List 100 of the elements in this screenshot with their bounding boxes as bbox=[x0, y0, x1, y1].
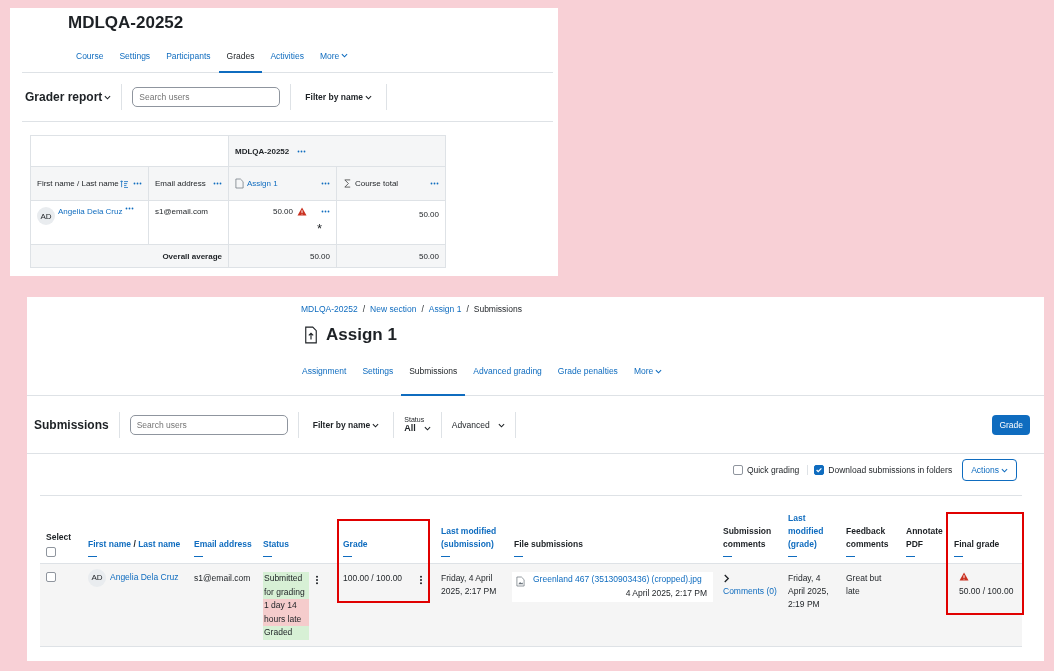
checkbox[interactable] bbox=[814, 465, 825, 475]
grade-value: 100.00 / 100.00 bbox=[343, 572, 404, 585]
file-link[interactable]: Greenland 467 (35130903436) (cropped).jpg bbox=[533, 573, 702, 587]
warning-icon bbox=[297, 207, 307, 216]
breadcrumb-link[interactable]: Assign 1 bbox=[428, 304, 462, 316]
file-icon bbox=[235, 178, 244, 189]
select-all-checkbox[interactable] bbox=[46, 547, 56, 557]
breadcrumb-separator: / bbox=[421, 304, 424, 316]
status-badge: 1 day 14 hours late bbox=[263, 599, 309, 627]
breadcrumb-separator: / bbox=[466, 304, 469, 316]
checkbox-label: Download submissions in folders bbox=[828, 465, 953, 475]
table-cell: s1@email.com bbox=[188, 564, 257, 647]
breadcrumb-link[interactable]: MDLQA-20252 bbox=[301, 304, 358, 316]
column-sort-link[interactable]: Last name bbox=[138, 538, 181, 549]
row-label: Overall average bbox=[162, 251, 222, 261]
avatar: AD bbox=[88, 569, 106, 587]
chevron-down-icon bbox=[655, 367, 663, 375]
checkbox-label: Quick grading bbox=[746, 465, 800, 475]
column-header: Course total bbox=[355, 179, 400, 188]
comments-link[interactable]: Comments (0) bbox=[723, 585, 778, 599]
warning-icon bbox=[959, 572, 969, 581]
nav-tab[interactable]: Grade penalties bbox=[549, 348, 626, 396]
nav-tab[interactable]: Assignment bbox=[294, 348, 355, 396]
chevron-down-icon bbox=[497, 421, 505, 429]
kebab-menu-icon[interactable] bbox=[419, 575, 423, 585]
nav-tab[interactable]: Settings bbox=[111, 40, 159, 73]
more-icon[interactable] bbox=[297, 149, 307, 153]
column-sort-link[interactable]: Last modified (submission) bbox=[441, 525, 504, 551]
table-cell: Great but late bbox=[840, 564, 900, 647]
table-cell: 50.00 bbox=[418, 210, 439, 219]
more-icon[interactable] bbox=[321, 182, 330, 185]
table-cell: s1@email.com bbox=[155, 207, 209, 216]
sort-icon[interactable] bbox=[119, 179, 128, 188]
nav-tab[interactable]: More bbox=[625, 348, 671, 396]
breadcrumb-current: Submissions bbox=[473, 304, 522, 316]
kebab-menu-icon[interactable] bbox=[315, 575, 319, 585]
checkbox[interactable] bbox=[732, 465, 743, 475]
image-file-icon bbox=[516, 576, 525, 587]
nav-tab[interactable]: Grades bbox=[218, 40, 263, 73]
more-icon[interactable] bbox=[125, 207, 135, 210]
column-header: First name / Last name bbox=[37, 179, 119, 188]
chevron-down-icon bbox=[365, 94, 372, 102]
final-grade-value: 50.00 / 100.00 bbox=[959, 585, 1015, 598]
nav-tab[interactable]: Submissions bbox=[401, 348, 466, 396]
table-cell: Friday, 4 April 2025, 2:17 PM bbox=[435, 564, 508, 647]
actions-dropdown[interactable]: Actions bbox=[962, 459, 1017, 481]
filter-dropdown[interactable]: Filter by name bbox=[301, 92, 376, 102]
grade-value: 50.00 bbox=[272, 207, 293, 216]
page-title: Assign 1 bbox=[326, 325, 397, 345]
file-upload-icon bbox=[304, 326, 318, 344]
course-title: MDLQA-20252 bbox=[67, 12, 185, 34]
breadcrumb-link[interactable]: New section bbox=[370, 304, 417, 316]
user-link[interactable]: Angelia Dela Cruz bbox=[58, 207, 123, 216]
status-badge: Submitted for grading bbox=[263, 572, 309, 600]
table-cell: 50.00 bbox=[418, 251, 439, 261]
nav-tab[interactable]: Activities bbox=[262, 40, 312, 73]
more-icon[interactable] bbox=[430, 182, 439, 185]
search-field[interactable]: Search users bbox=[129, 414, 288, 435]
header-text: Annotate PDF bbox=[906, 525, 944, 551]
more-icon[interactable] bbox=[213, 182, 222, 185]
header-text: Feedback comments bbox=[846, 525, 890, 551]
nav-tab[interactable]: Participants bbox=[158, 40, 219, 73]
nav-tab[interactable]: Settings bbox=[354, 348, 402, 396]
separator-text: / bbox=[133, 538, 136, 549]
table-cell: 50.00 bbox=[309, 251, 330, 261]
avatar: AD bbox=[37, 207, 55, 225]
section-heading: Submissions bbox=[34, 417, 109, 432]
filter-dropdown[interactable]: Filter by name bbox=[308, 419, 384, 430]
nav-tab[interactable]: Advanced grading bbox=[465, 348, 550, 396]
breadcrumb-separator: / bbox=[362, 304, 366, 316]
header-text: File submissions bbox=[514, 537, 583, 551]
advanced-dropdown[interactable]: Advanced bbox=[451, 419, 505, 430]
column-sort-link[interactable]: Email address bbox=[194, 537, 252, 551]
chevron-down-icon bbox=[104, 94, 112, 102]
column-sort-link[interactable]: Grade bbox=[343, 537, 368, 551]
more-icon[interactable] bbox=[133, 182, 142, 185]
chevron-right-icon[interactable] bbox=[723, 574, 730, 583]
column-sort-link[interactable]: First name bbox=[88, 538, 131, 549]
file-date: 4 April 2025, 2:17 PM bbox=[625, 587, 707, 600]
nav-tab[interactable]: More bbox=[311, 40, 357, 73]
column-sort-link[interactable]: Last modified (grade) bbox=[788, 512, 836, 551]
more-icon[interactable] bbox=[321, 210, 330, 213]
user-link[interactable]: Angelia Dela Cruz bbox=[110, 571, 179, 585]
chevron-down-icon bbox=[423, 425, 431, 433]
chevron-down-icon bbox=[1001, 467, 1008, 475]
sigma-icon bbox=[343, 178, 352, 189]
category-name: MDLQA-20252 bbox=[235, 146, 290, 156]
report-menu[interactable]: Grader report bbox=[25, 90, 112, 104]
chevron-down-icon bbox=[341, 52, 349, 59]
assignment-link[interactable]: Assign 1 bbox=[247, 179, 318, 188]
grade-button[interactable]: Grade bbox=[992, 414, 1030, 435]
table-cell: Friday, 4 April 2025, 2:19 PM bbox=[782, 564, 840, 647]
search-field[interactable]: Search users bbox=[132, 87, 281, 107]
column-sort-link[interactable]: Status bbox=[263, 537, 289, 551]
nav-tab[interactable]: Course bbox=[68, 40, 112, 73]
overridden-mark: * bbox=[316, 221, 322, 236]
status-badge: Graded bbox=[263, 626, 309, 640]
chevron-down-icon bbox=[372, 421, 380, 429]
row-checkbox[interactable] bbox=[46, 572, 56, 582]
header-text: Submission comments bbox=[723, 525, 773, 551]
